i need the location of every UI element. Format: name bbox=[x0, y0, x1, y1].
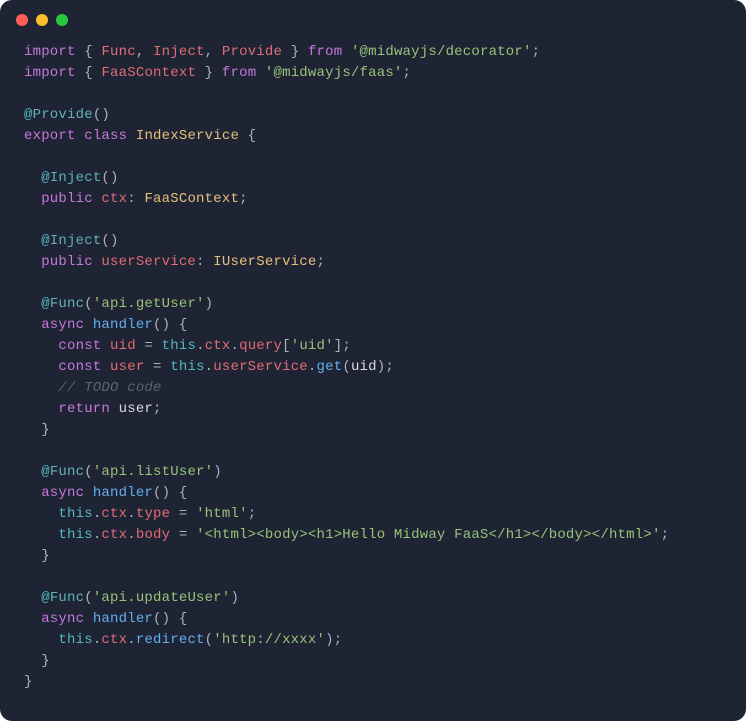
method-redirect: redirect bbox=[136, 632, 205, 648]
prop-ctx: ctx bbox=[101, 632, 127, 648]
prop-userservice: userService bbox=[213, 359, 308, 375]
code-line: async handler() { bbox=[24, 485, 187, 501]
string-literal: 'api.updateUser' bbox=[93, 590, 231, 606]
code-line: } bbox=[24, 674, 33, 690]
ident-faascontext: FaaSContext bbox=[101, 65, 196, 81]
string-literal: '<html><body><h1>Hello Midway FaaS</h1><… bbox=[196, 527, 660, 543]
window-titlebar bbox=[0, 0, 746, 34]
prop-ctx: ctx bbox=[205, 338, 231, 354]
code-line: import { Func, Inject, Provide } from '@… bbox=[24, 44, 540, 60]
keyword-import: import bbox=[24, 44, 76, 60]
keyword-public: public bbox=[41, 191, 93, 207]
decorator-func: Func bbox=[50, 464, 84, 480]
code-line: @Provide() bbox=[24, 107, 110, 123]
comment-todo: // TODO code bbox=[58, 380, 161, 396]
decorator-inject: Inject bbox=[50, 233, 102, 249]
string-literal: 'html' bbox=[196, 506, 248, 522]
code-line: public ctx: FaaSContext; bbox=[24, 191, 248, 207]
keyword-async: async bbox=[41, 485, 84, 501]
code-line: @Func('api.getUser') bbox=[24, 296, 213, 312]
string-literal: '@midwayjs/decorator' bbox=[351, 44, 532, 60]
string-literal: 'api.getUser' bbox=[93, 296, 205, 312]
keyword-this: this bbox=[162, 338, 196, 354]
keyword-this: this bbox=[58, 506, 92, 522]
type-faascontext: FaaSContext bbox=[144, 191, 239, 207]
method-handler: handler bbox=[93, 611, 153, 627]
code-line: async handler() { bbox=[24, 317, 187, 333]
keyword-export: export bbox=[24, 128, 76, 144]
ident-inject: Inject bbox=[153, 44, 205, 60]
method-handler: handler bbox=[93, 485, 153, 501]
code-line: @Func('api.listUser') bbox=[24, 464, 222, 480]
decorator-func: Func bbox=[50, 296, 84, 312]
keyword-import: import bbox=[24, 65, 76, 81]
arg-uid: uid bbox=[351, 359, 377, 375]
keyword-class: class bbox=[84, 128, 127, 144]
code-line: } bbox=[24, 422, 50, 438]
code-line: @Func('api.updateUser') bbox=[24, 590, 239, 606]
code-line: } bbox=[24, 548, 50, 564]
keyword-const: const bbox=[58, 359, 101, 375]
code-line: public userService: IUserService; bbox=[24, 254, 325, 270]
code-line: @Inject() bbox=[24, 170, 119, 186]
class-name: IndexService bbox=[136, 128, 239, 144]
prop-ctx: ctx bbox=[101, 191, 127, 207]
method-get: get bbox=[317, 359, 343, 375]
keyword-this: this bbox=[58, 527, 92, 543]
code-line: @Inject() bbox=[24, 233, 119, 249]
keyword-public: public bbox=[41, 254, 93, 270]
keyword-from: from bbox=[222, 65, 256, 81]
prop-query: query bbox=[239, 338, 282, 354]
keyword-return: return bbox=[58, 401, 110, 417]
code-line: this.ctx.type = 'html'; bbox=[24, 506, 256, 522]
decorator-provide: Provide bbox=[33, 107, 93, 123]
keyword-const: const bbox=[58, 338, 101, 354]
type-iuserservice: IUserService bbox=[213, 254, 316, 270]
keyword-from: from bbox=[308, 44, 342, 60]
keyword-this: this bbox=[170, 359, 204, 375]
zoom-icon[interactable] bbox=[56, 14, 68, 26]
string-literal: 'uid' bbox=[291, 338, 334, 354]
code-line: const uid = this.ctx.query['uid']; bbox=[24, 338, 351, 354]
code-line: const user = this.userService.get(uid); bbox=[24, 359, 394, 375]
code-line: // TODO code bbox=[24, 380, 162, 396]
ident-provide: Provide bbox=[222, 44, 282, 60]
prop-type: type bbox=[136, 506, 170, 522]
code-line: this.ctx.redirect('http://xxxx'); bbox=[24, 632, 342, 648]
var-user: user bbox=[110, 359, 144, 375]
prop-ctx: ctx bbox=[101, 527, 127, 543]
code-line: import { FaaSContext } from '@midwayjs/f… bbox=[24, 65, 411, 81]
code-editor: import { Func, Inject, Provide } from '@… bbox=[0, 34, 746, 701]
prop-userservice: userService bbox=[101, 254, 196, 270]
code-line: this.ctx.body = '<html><body><h1>Hello M… bbox=[24, 527, 669, 543]
minimize-icon[interactable] bbox=[36, 14, 48, 26]
decorator-func: Func bbox=[50, 590, 84, 606]
code-window: import { Func, Inject, Provide } from '@… bbox=[0, 0, 746, 721]
method-handler: handler bbox=[93, 317, 153, 333]
string-literal: 'api.listUser' bbox=[93, 464, 213, 480]
keyword-async: async bbox=[41, 611, 84, 627]
ident-func: Func bbox=[101, 44, 135, 60]
string-literal: 'http://xxxx' bbox=[213, 632, 325, 648]
keyword-async: async bbox=[41, 317, 84, 333]
string-literal: '@midwayjs/faas' bbox=[265, 65, 403, 81]
code-line: } bbox=[24, 653, 50, 669]
code-line: export class IndexService { bbox=[24, 128, 256, 144]
close-icon[interactable] bbox=[16, 14, 28, 26]
prop-body: body bbox=[136, 527, 170, 543]
var-uid: uid bbox=[110, 338, 136, 354]
keyword-this: this bbox=[58, 632, 92, 648]
code-line: return user; bbox=[24, 401, 162, 417]
decorator-inject: Inject bbox=[50, 170, 102, 186]
prop-ctx: ctx bbox=[101, 506, 127, 522]
var-user: user bbox=[119, 401, 153, 417]
code-line: async handler() { bbox=[24, 611, 187, 627]
